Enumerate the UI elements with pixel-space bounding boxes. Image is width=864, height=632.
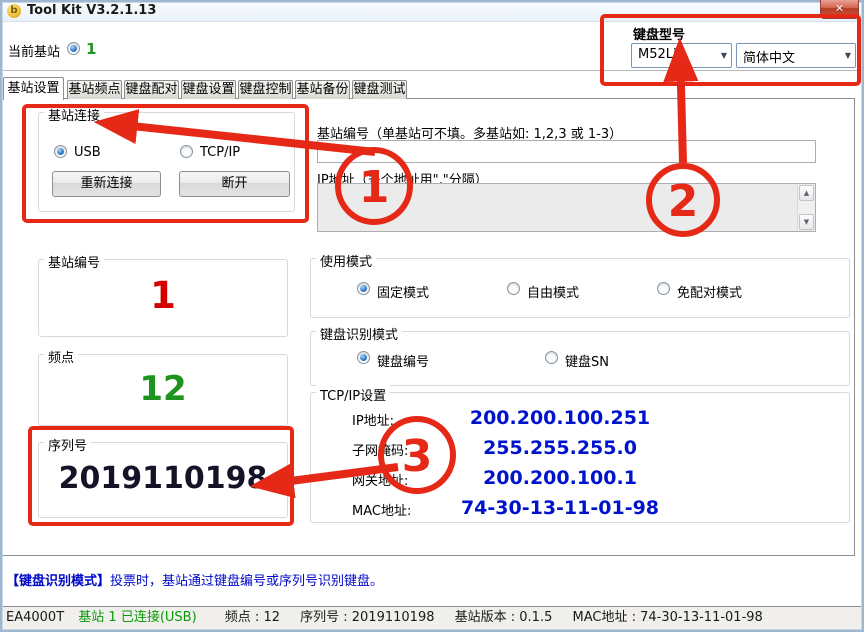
window-title: Tool Kit V3.2.1.13 [27, 3, 156, 18]
textarea-scrollbar[interactable]: ▲ ▼ [797, 185, 814, 230]
tcpip-row-gateway: 网关地址: 200.200.100.1 [310, 467, 850, 489]
free-mode-radio[interactable] [507, 282, 520, 295]
keyboard-model-select[interactable]: M52Li ▼ [631, 43, 732, 68]
fixed-mode-label: 固定模式 [377, 282, 429, 301]
scroll-down-icon[interactable]: ▼ [799, 214, 814, 230]
ip-address-textarea[interactable]: ▲ ▼ [317, 183, 816, 232]
toolbar-separator [0, 70, 864, 72]
current-station-radio[interactable] [67, 42, 80, 55]
close-icon: ✕ [835, 2, 844, 15]
tab-keyboard-control[interactable]: 键盘控制 [238, 80, 293, 99]
station-number-value: 1 [39, 274, 287, 317]
station-number-panel-legend: 基站编号 [44, 252, 104, 271]
tab-station-frequency[interactable]: 基站频点 [67, 80, 122, 99]
tab-keyboard-pairing[interactable]: 键盘配对 [124, 80, 179, 99]
language-select[interactable]: 简体中文 ▼ [736, 43, 856, 68]
hint-body: 投票时，基站通过键盘编号或序列号识别键盘。 [110, 574, 383, 589]
close-button[interactable]: ✕ [820, 0, 859, 19]
frequency-value: 12 [39, 369, 287, 409]
disconnect-button[interactable]: 断开 [179, 171, 290, 197]
frequency-panel-legend: 频点 [44, 347, 78, 366]
status-model: EA4000T [6, 610, 64, 625]
scroll-up-icon[interactable]: ▲ [799, 185, 814, 201]
current-station-value: 1 [86, 40, 96, 58]
status-frequency: 频点 : 12 [225, 610, 280, 625]
tcpip-radio[interactable] [180, 145, 193, 158]
language-value: 简体中文 [743, 51, 795, 66]
app-window: b Tool Kit V3.2.1.13 ✕ 当前基站 1 键盘型号 M52Li… [0, 0, 864, 632]
tcpip-mac-value: 74-30-13-11-01-98 [360, 497, 760, 519]
usb-radio[interactable] [54, 145, 67, 158]
fixed-mode-radio[interactable] [357, 282, 370, 295]
connection-legend: 基站连接 [44, 105, 104, 124]
tab-keyboard-settings[interactable]: 键盘设置 [181, 80, 236, 99]
hint-text: 【键盘识别模式】投票时，基站通过键盘编号或序列号识别键盘。 [6, 570, 383, 589]
pair-free-mode-radio[interactable] [657, 282, 670, 295]
chevron-down-icon: ▼ [721, 51, 727, 60]
hint-prefix: 【键盘识别模式】 [6, 574, 110, 589]
current-station-label: 当前基站 [8, 41, 60, 60]
kb-sn-label: 键盘SN [565, 351, 609, 370]
app-icon: b [7, 4, 21, 18]
tcpip-ip-value: 200.200.100.251 [360, 407, 760, 429]
status-mac: MAC地址 : 74-30-13-11-01-98 [573, 610, 763, 625]
kb-sn-radio[interactable] [545, 351, 558, 364]
serial-number-value: 2019110198 [39, 461, 287, 496]
tcpip-row-mac: MAC地址: 74-30-13-11-01-98 [310, 497, 850, 519]
station-number-input[interactable] [317, 140, 816, 163]
free-mode-label: 自由模式 [527, 282, 579, 301]
usage-mode-legend: 使用模式 [316, 251, 376, 270]
pair-free-mode-label: 免配对模式 [677, 282, 742, 301]
tcpip-mask-value: 255.255.255.0 [360, 437, 760, 459]
tcpip-gateway-value: 200.200.100.1 [360, 467, 760, 489]
tcpip-label: TCP/IP [200, 145, 240, 160]
reconnect-button[interactable]: 重新连接 [52, 171, 161, 197]
serial-number-panel-legend: 序列号 [44, 435, 91, 454]
usb-label: USB [74, 145, 101, 160]
keyboard-model-label: 键盘型号 [633, 24, 685, 43]
chevron-down-icon: ▼ [845, 51, 851, 60]
kb-number-label: 键盘编号 [377, 351, 429, 370]
keyboard-model-value: M52Li [638, 47, 677, 62]
tab-station-backup[interactable]: 基站备份 [295, 80, 350, 99]
tab-station-settings[interactable]: 基站设置 [3, 77, 64, 100]
status-bar: EA4000T 基站 1 已连接(USB) 频点 : 12 序列号 : 2019… [0, 606, 864, 629]
tab-keyboard-test[interactable]: 键盘测试 [352, 80, 407, 99]
kb-number-radio[interactable] [357, 351, 370, 364]
status-connection: 基站 1 已连接(USB) [78, 610, 196, 625]
tcpip-settings-legend: TCP/IP设置 [316, 385, 390, 404]
tcpip-row-ip: IP地址: 200.200.100.251 [310, 407, 850, 429]
connection-group [38, 112, 295, 212]
tcpip-row-mask: 子网掩码: 255.255.255.0 [310, 437, 850, 459]
status-version: 基站版本 : 0.1.5 [455, 610, 553, 625]
status-serial: 序列号 : 2019110198 [300, 610, 434, 625]
kb-id-mode-legend: 键盘识别模式 [316, 324, 402, 343]
